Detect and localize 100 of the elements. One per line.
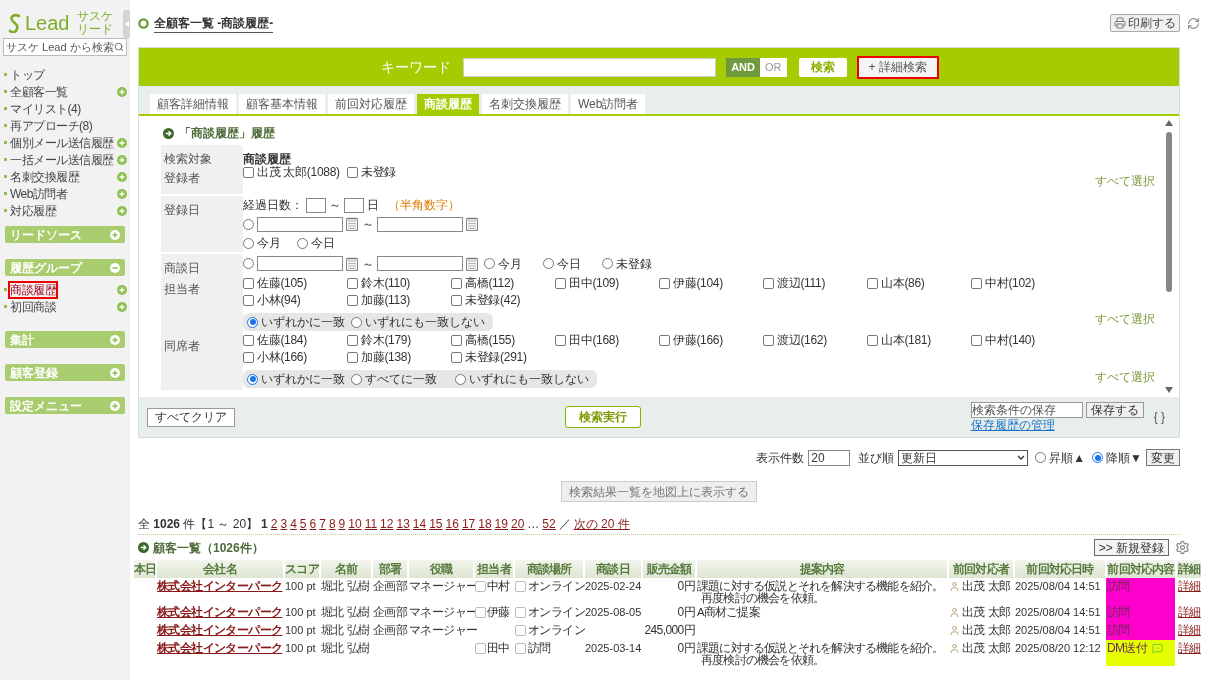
map-view-button[interactable]: 検索結果一覧を地図上に表示する: [561, 481, 757, 502]
page-link[interactable]: 9: [338, 517, 346, 531]
checkbox[interactable]: [763, 277, 774, 289]
days-field[interactable]: [306, 197, 326, 213]
keyword-field[interactable]: [463, 57, 717, 77]
sort-select[interactable]: 更新日: [898, 449, 1029, 466]
add-icon[interactable]: [117, 188, 127, 199]
company-link[interactable]: 株式会社インターパーク: [157, 605, 283, 619]
radio-button[interactable]: [351, 373, 362, 385]
checkbox[interactable]: [451, 351, 462, 363]
nav-item[interactable]: 対応履歴: [10, 203, 56, 218]
page-link[interactable]: 15: [429, 517, 443, 531]
checkbox[interactable]: [475, 642, 486, 654]
page-link[interactable]: 17: [461, 517, 476, 531]
checkbox[interactable]: [515, 606, 526, 618]
page-link[interactable]: 3: [280, 517, 288, 531]
add-icon[interactable]: [117, 137, 127, 148]
checkbox[interactable]: [347, 166, 358, 178]
save-button[interactable]: 保存する: [1085, 402, 1144, 418]
add-icon[interactable]: [117, 205, 127, 216]
checkbox[interactable]: [763, 334, 774, 346]
new-entry-button[interactable]: >> 新規登録: [1093, 539, 1169, 556]
page-link[interactable]: 4: [290, 517, 297, 531]
save-name-field[interactable]: 検索条件の保存: [970, 402, 1083, 418]
checkbox[interactable]: [867, 277, 878, 289]
expand-icon[interactable]: [110, 334, 120, 345]
page-link[interactable]: 12: [380, 517, 394, 531]
date-field[interactable]: [257, 216, 343, 232]
checkbox[interactable]: [347, 334, 358, 346]
checkbox[interactable]: [555, 277, 566, 289]
checkbox[interactable]: [659, 334, 670, 346]
company-link[interactable]: 株式会社インターパーク: [157, 641, 283, 655]
nav-item[interactable]: 一括メール送信履歴: [10, 152, 114, 167]
tab[interactable]: 顧客基本情報: [239, 94, 325, 114]
checkbox[interactable]: [971, 334, 982, 346]
add-icon[interactable]: [117, 154, 127, 165]
page-link[interactable]: 20: [510, 517, 525, 531]
radio-button[interactable]: [243, 237, 254, 249]
checkbox[interactable]: [515, 642, 526, 654]
next-page-link[interactable]: 次の 20 件: [573, 517, 630, 531]
page-link[interactable]: 2: [270, 517, 278, 531]
nav-item[interactable]: Web訪問者: [10, 186, 68, 201]
calendar-icon[interactable]: [346, 256, 359, 271]
detail-link[interactable]: 詳細: [1178, 641, 1201, 655]
tab[interactable]: Web訪問者: [571, 94, 646, 114]
add-icon[interactable]: [117, 86, 127, 97]
advanced-search-button[interactable]: + 詳細検索: [858, 57, 937, 77]
checkbox[interactable]: [243, 166, 254, 178]
expand-icon[interactable]: [110, 367, 120, 378]
search-field[interactable]: サスケ Lead から検索: [3, 38, 127, 56]
checkbox[interactable]: [475, 606, 486, 618]
nav-item[interactable]: トップ: [10, 67, 45, 82]
checkbox[interactable]: [347, 294, 358, 306]
clear-button[interactable]: すべてクリア: [147, 407, 235, 427]
checkbox[interactable]: [451, 334, 462, 346]
nav-item[interactable]: マイリスト(4): [10, 101, 81, 116]
page-link[interactable]: 13: [396, 517, 410, 531]
nav-item[interactable]: 全顧客一覧: [10, 84, 68, 99]
tab[interactable]: 名刺交換履歴: [482, 94, 568, 114]
date-field[interactable]: [257, 256, 343, 271]
radio-button[interactable]: [1092, 452, 1104, 463]
count-field[interactable]: 20: [808, 449, 851, 466]
nav-item[interactable]: 商談履歴: [10, 282, 56, 297]
add-icon[interactable]: [117, 284, 127, 295]
add-icon[interactable]: [117, 301, 127, 312]
calendar-icon[interactable]: [346, 217, 359, 231]
checkbox[interactable]: [515, 580, 526, 592]
page-link[interactable]: 52: [542, 517, 556, 531]
radio-button[interactable]: [243, 258, 254, 269]
add-icon[interactable]: [117, 171, 127, 182]
checkbox[interactable]: [659, 277, 670, 289]
checkbox[interactable]: [347, 351, 358, 363]
checkbox[interactable]: [451, 277, 462, 289]
checkbox[interactable]: [555, 334, 566, 346]
expand-icon[interactable]: [110, 400, 120, 411]
checkbox[interactable]: [243, 351, 254, 363]
nav-item[interactable]: 初回商談: [10, 299, 56, 314]
settings-icon[interactable]: [1175, 540, 1190, 555]
checkbox[interactable]: [243, 277, 254, 289]
detail-link[interactable]: 詳細: [1178, 623, 1201, 637]
checkbox[interactable]: [867, 334, 878, 346]
page-link[interactable]: 14: [412, 517, 427, 531]
checkbox[interactable]: [475, 580, 486, 592]
page-link[interactable]: 16: [445, 517, 459, 531]
radio-button[interactable]: [602, 258, 613, 269]
page-link[interactable]: 19: [494, 517, 508, 531]
radio-button[interactable]: [247, 316, 258, 328]
search-icon[interactable]: [114, 42, 124, 52]
page-link[interactable]: 8: [328, 517, 336, 531]
collapse-handle[interactable]: [123, 10, 130, 38]
radio-button[interactable]: [1035, 452, 1047, 463]
page-link[interactable]: 10: [348, 517, 362, 531]
calendar-icon[interactable]: [466, 217, 479, 231]
radio-button[interactable]: [297, 237, 308, 249]
nav-item[interactable]: 個別メール送信履歴: [10, 135, 114, 150]
apply-button[interactable]: 変更: [1146, 449, 1180, 466]
expand-icon[interactable]: [110, 229, 120, 240]
radio-button[interactable]: [247, 373, 258, 385]
checkbox[interactable]: [243, 294, 254, 306]
checkbox[interactable]: [451, 294, 462, 306]
